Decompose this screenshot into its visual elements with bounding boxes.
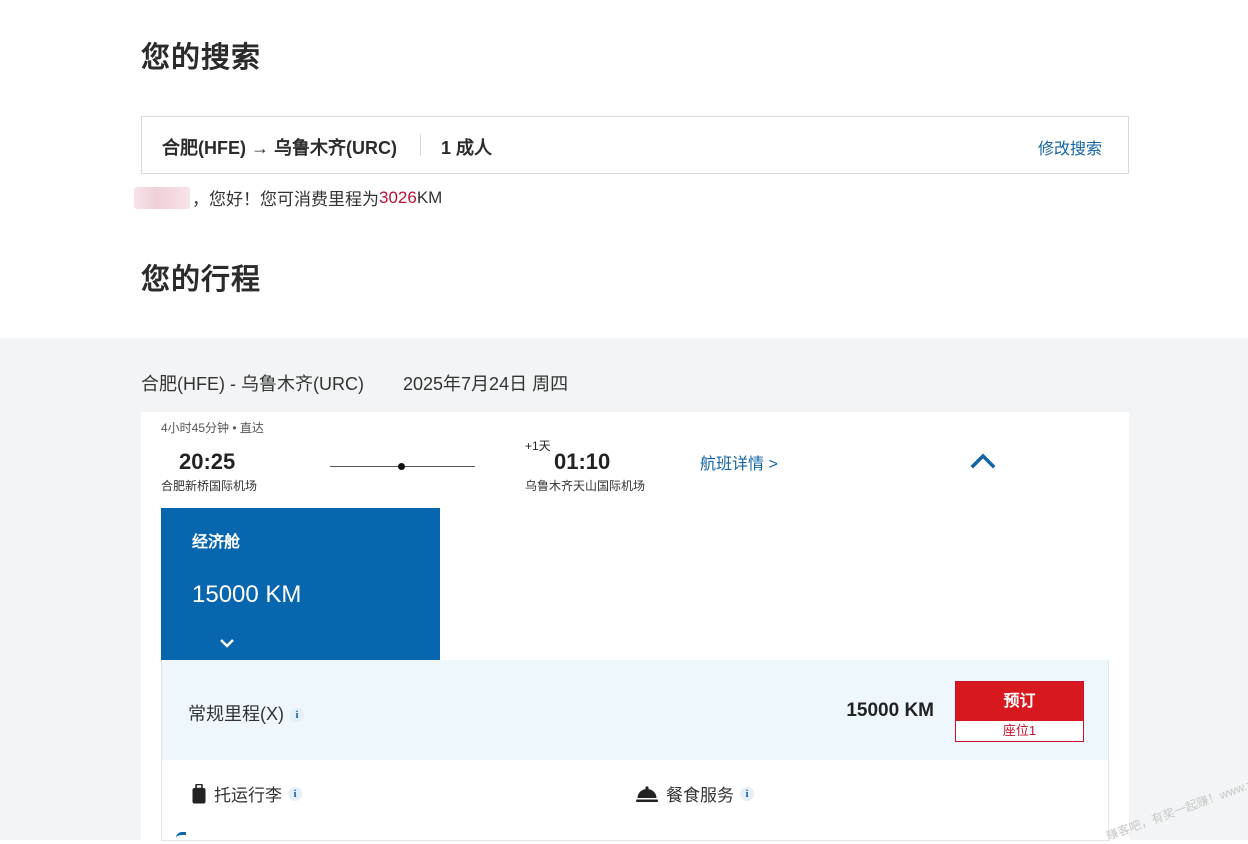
fare-tile-price: 15000 KM (192, 581, 302, 608)
chevron-up-icon[interactable] (969, 450, 997, 472)
baggage-service: 托运行李 i (192, 781, 302, 806)
fare-options-panel: 常规里程(X) i 15000 KM 预订 座位1 托运行李 i 餐食服务 i (161, 660, 1109, 841)
partial-element-edge (176, 832, 186, 843)
greeting-text: ，您好！您可消费里程为 (192, 190, 379, 209)
chevron-down-icon (218, 636, 236, 650)
info-icon[interactable]: i (740, 786, 754, 801)
seats-remaining: 座位1 (1002, 723, 1037, 738)
search-title: 您的搜索 (141, 42, 262, 74)
book-button[interactable]: 预订 座位1 (955, 681, 1084, 742)
book-button-label: 预订 (956, 682, 1083, 721)
available-miles: 3026 (379, 187, 417, 207)
passenger-count: 1 成人 (441, 138, 493, 158)
info-icon[interactable]: i (288, 786, 302, 801)
info-icon[interactable]: i (290, 708, 304, 723)
fare-option-row: 常规里程(X) i 15000 KM 预订 座位1 (162, 660, 1108, 760)
fare-option-name: 常规里程(X) i (188, 700, 304, 726)
itinerary-title: 您的行程 (141, 264, 262, 296)
economy-fare-tile[interactable]: 经济舱 15000 KM (161, 508, 440, 660)
flight-path-dot (398, 463, 405, 470)
fare-option-price: 15000 KM (846, 700, 934, 721)
meal-service: 餐食服务 i (636, 781, 754, 806)
miles-unit: KM (416, 187, 443, 207)
departure-time: 20:25 (179, 449, 236, 474)
modify-search-link[interactable]: 修改搜索 (1038, 135, 1102, 159)
luggage-icon (192, 783, 206, 803)
meal-label: 餐食服务 (666, 786, 734, 805)
itinerary-date: 2025年7月24日 周四 (403, 374, 569, 394)
flight-card: 4小时45分钟 • 直达 20:25 合肥新桥国际机场 +1天 01:10 乌鲁… (141, 412, 1129, 841)
arrival-time: 01:10 (554, 449, 611, 474)
meal-cloche-icon (636, 785, 658, 802)
flight-details-link[interactable]: 航班详情 > (700, 450, 778, 474)
search-section: 您的搜索 合肥(HFE) → 乌鲁木齐(URC) 1 成人 修改搜索 ，您好！您… (0, 0, 1248, 338)
arrival-airport: 乌鲁木齐天山国际机场 (525, 479, 646, 493)
search-route: 合肥(HFE) → 乌鲁木齐(URC) (162, 138, 397, 158)
departure-airport: 合肥新桥国际机场 (161, 479, 258, 493)
baggage-label: 托运行李 (214, 786, 282, 805)
flight-duration: 4小时45分钟 • 直达 (161, 421, 264, 435)
miles-greeting: ，您好！您可消费里程为 3026 KM (134, 185, 442, 210)
day-offset: +1天 (525, 439, 551, 453)
divider (420, 134, 421, 156)
cabin-class: 经济舱 (192, 534, 241, 551)
blurred-username (134, 186, 190, 209)
fare-option-label: 常规里程(X) (188, 704, 284, 724)
itinerary-route: 合肥(HFE) - 乌鲁木齐(URC) (141, 374, 364, 394)
search-summary: 合肥(HFE) → 乌鲁木齐(URC) 1 成人 修改搜索 (141, 116, 1129, 174)
